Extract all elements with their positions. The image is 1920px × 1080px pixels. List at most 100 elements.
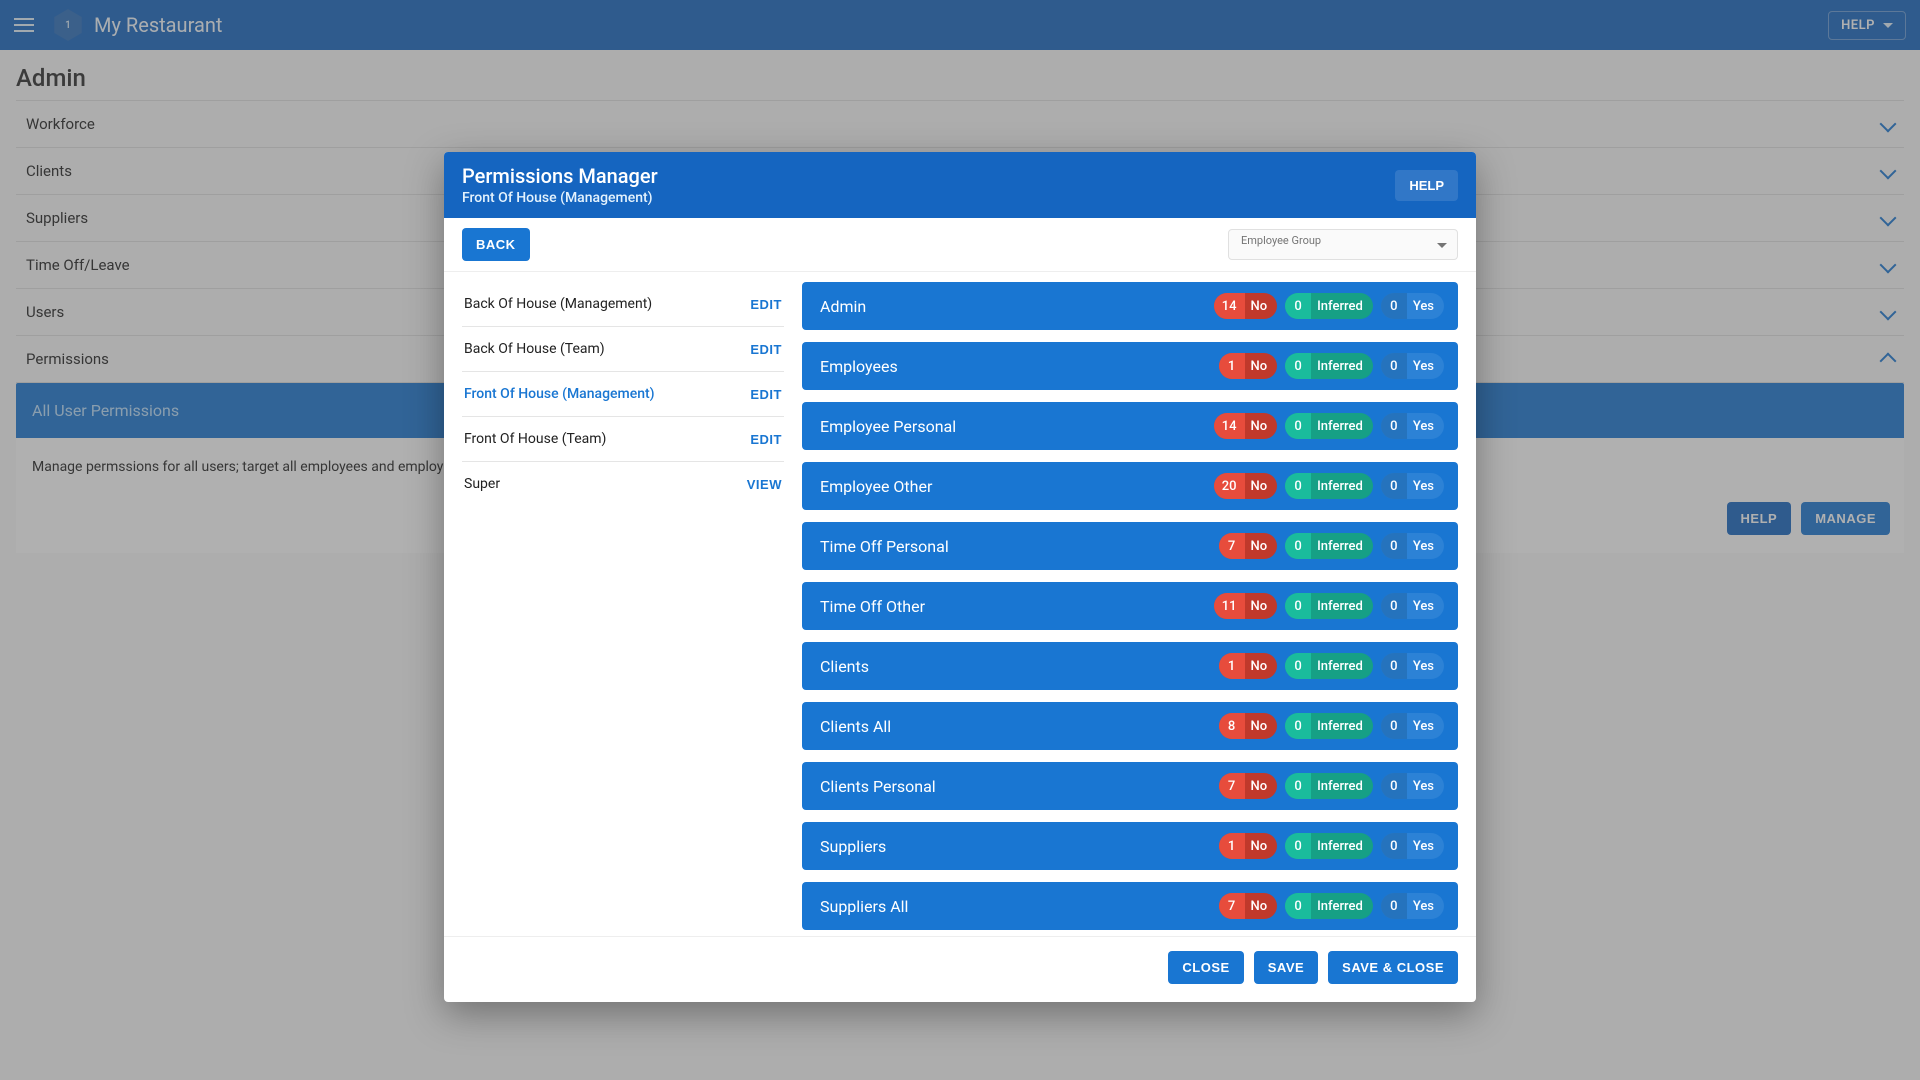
inferred-chip[interactable]: 0Inferred xyxy=(1285,353,1373,379)
no-chip[interactable]: 11No xyxy=(1214,593,1277,619)
yes-chip[interactable]: 0Yes xyxy=(1381,653,1444,679)
inferred-chip[interactable]: 0Inferred xyxy=(1285,413,1373,439)
group-row[interactable]: Back Of House (Team)EDIT xyxy=(462,327,784,372)
category-row[interactable]: Employees1No0Inferred0Yes xyxy=(802,342,1458,390)
yes-chip[interactable]: 0Yes xyxy=(1381,413,1444,439)
edit-link[interactable]: EDIT xyxy=(750,297,782,312)
close-button[interactable]: CLOSE xyxy=(1168,951,1243,984)
chip-group: 11No 0Inferred 0Yes xyxy=(1214,593,1444,619)
yes-label: Yes xyxy=(1407,779,1444,794)
chip-group: 1No0Inferred0Yes xyxy=(1219,353,1444,379)
inferred-label: Inferred xyxy=(1311,299,1373,314)
no-count: 14 xyxy=(1214,293,1245,319)
inferred-chip[interactable]: 0Inferred xyxy=(1285,593,1373,619)
inferred-count: 0 xyxy=(1285,893,1311,919)
yes-chip[interactable]: 0Yes xyxy=(1381,773,1444,799)
inferred-chip[interactable]: 0Inferred xyxy=(1285,893,1373,919)
no-chip[interactable]: 8No xyxy=(1219,713,1278,739)
dialog-toolbar: BACK Employee Group xyxy=(444,218,1476,272)
no-chip[interactable]: 14No xyxy=(1214,413,1277,439)
view-link[interactable]: VIEW xyxy=(747,477,782,492)
yes-chip[interactable]: 0Yes xyxy=(1381,533,1444,559)
no-chip[interactable]: 1No xyxy=(1219,353,1278,379)
yes-chip[interactable]: 0Yes xyxy=(1381,593,1444,619)
no-chip[interactable]: 1No xyxy=(1219,833,1278,859)
chip-group: 7No0Inferred0Yes xyxy=(1219,893,1444,919)
category-row[interactable]: Clients Personal7No0Inferred0Yes xyxy=(802,762,1458,810)
inferred-label: Inferred xyxy=(1311,419,1373,434)
no-count: 20 xyxy=(1214,473,1245,499)
chip-group: 7No 0Inferred 0Yes xyxy=(1219,533,1444,559)
category-name: Suppliers xyxy=(820,837,1219,856)
chip-group: 1No 0Inferred 0Yes xyxy=(1219,833,1444,859)
yes-chip[interactable]: 0Yes xyxy=(1381,833,1444,859)
dialog-help-button[interactable]: HELP xyxy=(1395,170,1458,201)
group-row[interactable]: Super VIEW xyxy=(462,462,784,506)
category-row[interactable]: Time Off Other11No 0Inferred 0Yes xyxy=(802,582,1458,630)
dialog-subtitle: Front Of House (Management) xyxy=(462,190,1395,206)
category-row[interactable]: Employee Personal14No0Inferred0Yes xyxy=(802,402,1458,450)
inferred-chip[interactable]: 0Inferred xyxy=(1285,713,1373,739)
no-chip[interactable]: 7No xyxy=(1219,893,1278,919)
category-row[interactable]: Admin14No0Inferred0Yes xyxy=(802,282,1458,330)
chip-group: 7No0Inferred0Yes xyxy=(1219,773,1444,799)
yes-label: Yes xyxy=(1407,299,1444,314)
inferred-label: Inferred xyxy=(1311,479,1373,494)
no-label: No xyxy=(1245,839,1278,854)
category-row[interactable]: Suppliers1No 0Inferred 0Yes xyxy=(802,822,1458,870)
edit-link[interactable]: EDIT xyxy=(750,432,782,447)
inferred-count: 0 xyxy=(1285,773,1311,799)
inferred-label: Inferred xyxy=(1311,899,1373,914)
no-chip[interactable]: 7No xyxy=(1219,533,1278,559)
yes-label: Yes xyxy=(1407,359,1444,374)
yes-chip[interactable]: 0Yes xyxy=(1381,713,1444,739)
inferred-count: 0 xyxy=(1285,353,1311,379)
dialog-header: Permissions Manager Front Of House (Mana… xyxy=(444,152,1476,218)
no-chip[interactable]: 20No xyxy=(1214,473,1277,499)
chip-group: 20No 0Inferred 0Yes xyxy=(1214,473,1444,499)
category-row[interactable]: Clients1No0Inferred0Yes xyxy=(802,642,1458,690)
yes-chip[interactable]: 0Yes xyxy=(1381,473,1444,499)
inferred-chip[interactable]: 0Inferred xyxy=(1285,773,1373,799)
yes-chip[interactable]: 0Yes xyxy=(1381,293,1444,319)
category-row[interactable]: Clients All8No0Inferred0Yes xyxy=(802,702,1458,750)
dialog-title: Permissions Manager xyxy=(462,164,1395,188)
chip-group: 8No 0Inferred 0Yes xyxy=(1219,713,1444,739)
inferred-count: 0 xyxy=(1285,713,1311,739)
yes-label: Yes xyxy=(1407,899,1444,914)
group-name: Front Of House (Team) xyxy=(464,431,606,447)
employee-group-select[interactable]: Employee Group xyxy=(1228,229,1458,260)
no-chip[interactable]: 7No xyxy=(1219,773,1278,799)
no-chip[interactable]: 14No xyxy=(1214,293,1277,319)
no-label: No xyxy=(1245,299,1278,314)
category-row[interactable]: Employee Other20No 0Inferred 0Yes xyxy=(802,462,1458,510)
yes-count: 0 xyxy=(1381,533,1407,559)
category-name: Time Off Other xyxy=(820,597,1214,616)
inferred-chip[interactable]: 0Inferred xyxy=(1285,473,1373,499)
inferred-chip[interactable]: 0Inferred xyxy=(1285,833,1373,859)
category-row[interactable]: Time Off Personal7No0Inferred0Yes xyxy=(802,522,1458,570)
yes-chip[interactable]: 0Yes xyxy=(1381,893,1444,919)
yes-count: 0 xyxy=(1381,653,1407,679)
yes-count: 0 xyxy=(1381,353,1407,379)
group-row[interactable]: Front Of House (Team) EDIT xyxy=(462,417,784,462)
save-button[interactable]: SAVE xyxy=(1254,951,1318,984)
back-button[interactable]: BACK xyxy=(462,228,530,261)
inferred-chip[interactable]: 0Inferred xyxy=(1285,533,1373,559)
inferred-chip[interactable]: 0Inferred xyxy=(1285,653,1373,679)
category-name: Employee Other xyxy=(820,477,1214,496)
edit-link[interactable]: EDIT xyxy=(750,387,782,402)
group-row[interactable]: Back Of House (Management)EDIT xyxy=(462,282,784,327)
edit-link[interactable]: EDIT xyxy=(750,342,782,357)
no-label: No xyxy=(1245,419,1278,434)
inferred-chip[interactable]: 0Inferred xyxy=(1285,293,1373,319)
no-chip[interactable]: 1No xyxy=(1219,653,1278,679)
group-name: Super xyxy=(464,476,500,492)
category-row[interactable]: Suppliers All7No0Inferred0Yes xyxy=(802,882,1458,930)
yes-label: Yes xyxy=(1407,419,1444,434)
group-row[interactable]: Front Of House (Management)EDIT xyxy=(462,372,784,417)
save-close-button[interactable]: SAVE & CLOSE xyxy=(1328,951,1458,984)
select-label: Employee Group xyxy=(1241,234,1321,247)
yes-chip[interactable]: 0Yes xyxy=(1381,353,1444,379)
no-label: No xyxy=(1245,359,1278,374)
